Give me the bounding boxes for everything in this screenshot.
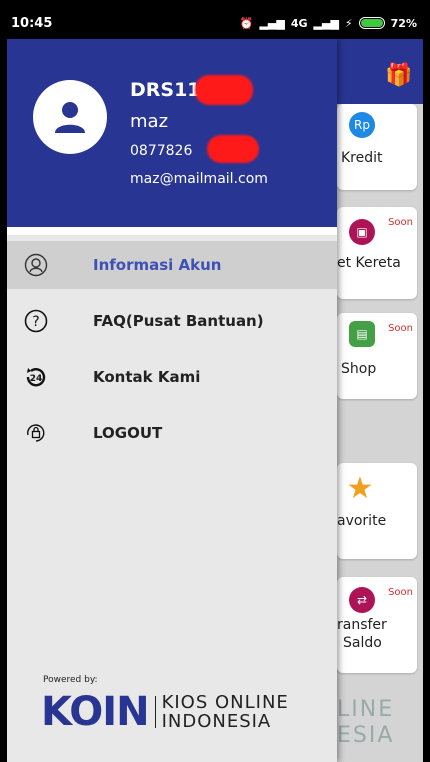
user-name: maz — [130, 111, 169, 132]
powered-by-label: Powered by: — [43, 675, 98, 685]
status-bar: 10:45 ⏰ ▂▄▆ 4G ▂▄▆ ⚡ 72% — [7, 7, 423, 39]
avatar[interactable] — [33, 80, 107, 154]
user-phone: 0877826 — [130, 143, 193, 159]
network-label: 4G — [290, 16, 308, 30]
soon-badge: Soon — [388, 587, 413, 598]
navigation-drawer: DRS11 maz 0877826 maz@mailmail.com Infor… — [7, 39, 337, 762]
user-email: maz@mailmail.com — [130, 171, 268, 187]
menu-item-label: FAQ(Pusat Bantuan) — [93, 312, 264, 330]
soon-badge: Soon — [388, 217, 413, 228]
card-tiket-kereta[interactable]: ▣ Soon et Kereta — [337, 207, 417, 299]
signal-icon-2: ▂▄▆ — [313, 16, 339, 30]
bg-brand-line-1: LINE — [337, 697, 395, 722]
card-label-2: Saldo — [343, 635, 382, 651]
status-time: 10:45 — [11, 15, 53, 31]
redaction-mark — [195, 75, 253, 105]
menu-item-label: Kontak Kami — [93, 368, 201, 386]
card-label: ransfer — [337, 617, 387, 633]
card-label: avorite — [337, 513, 387, 529]
24h-support-icon: 24 — [23, 364, 49, 390]
menu-item-faq[interactable]: ? FAQ(Pusat Bantuan) — [7, 297, 337, 345]
koin-logo: KOIN KIOS ONLINE INDONESIA — [41, 689, 289, 735]
drawer-header: DRS11 maz 0877826 maz@mailmail.com — [7, 39, 337, 227]
menu-item-label: Informasi Akun — [93, 256, 222, 274]
redaction-mark — [207, 135, 259, 163]
menu-item-kontak-kami[interactable]: 24 Kontak Kami — [7, 353, 337, 401]
koin-subtitle-line-2: INDONESIA — [161, 711, 272, 732]
card-label: Kredit — [341, 150, 383, 166]
question-circle-icon: ? — [23, 308, 49, 334]
svg-text:24: 24 — [30, 374, 43, 384]
koin-brand: KOIN — [41, 689, 150, 735]
koin-subtitle: KIOS ONLINE INDONESIA — [162, 693, 289, 731]
app-screen: 10:45 ⏰ ▂▄▆ 4G ▂▄▆ ⚡ 72% 🎁 Rp Kredit ▣ S… — [7, 7, 423, 762]
shopping-bag-icon: ▤ — [349, 321, 375, 347]
logo-divider — [154, 696, 156, 728]
background-brand-text: LINE ESIA — [337, 697, 394, 749]
card-label: Shop — [341, 361, 377, 377]
soon-badge: Soon — [388, 323, 413, 334]
battery-icon — [358, 17, 385, 29]
person-circle-icon — [23, 252, 49, 278]
lock-icon — [23, 420, 49, 446]
transfer-icon: ⇄ — [349, 587, 375, 613]
menu-item-informasi-akun[interactable]: Informasi Akun — [7, 241, 337, 289]
star-icon: ★ — [346, 470, 374, 506]
signal-icon: ▂▄▆ — [259, 16, 285, 30]
card-transfer-saldo[interactable]: ⇄ Soon ransfer Saldo — [337, 577, 417, 673]
user-code: DRS11 — [130, 79, 201, 101]
drawer-divider — [7, 227, 337, 235]
card-favorite[interactable]: ★ avorite — [337, 463, 417, 559]
koin-subtitle-line-1: KIOS ONLINE — [161, 692, 289, 713]
charging-icon: ⚡ — [344, 16, 353, 30]
card-shop[interactable]: ▤ Soon Shop — [337, 313, 417, 399]
svg-text:?: ? — [32, 314, 39, 330]
battery-level: 72% — [390, 16, 417, 30]
user-icon — [55, 102, 85, 133]
gift-icon[interactable]: 🎁 — [385, 63, 412, 88]
menu-item-label: LOGOUT — [93, 424, 163, 442]
train-icon: ▣ — [349, 219, 375, 245]
card-kredit[interactable]: Rp Kredit — [337, 104, 417, 190]
rp-icon: Rp — [349, 112, 375, 138]
status-icons: ⏰ ▂▄▆ 4G ▂▄▆ ⚡ 72% — [240, 17, 417, 30]
bg-brand-line-2: ESIA — [337, 723, 395, 748]
alarm-icon: ⏰ — [239, 16, 254, 30]
card-label: et Kereta — [337, 255, 401, 271]
menu-item-logout[interactable]: LOGOUT — [7, 409, 337, 457]
